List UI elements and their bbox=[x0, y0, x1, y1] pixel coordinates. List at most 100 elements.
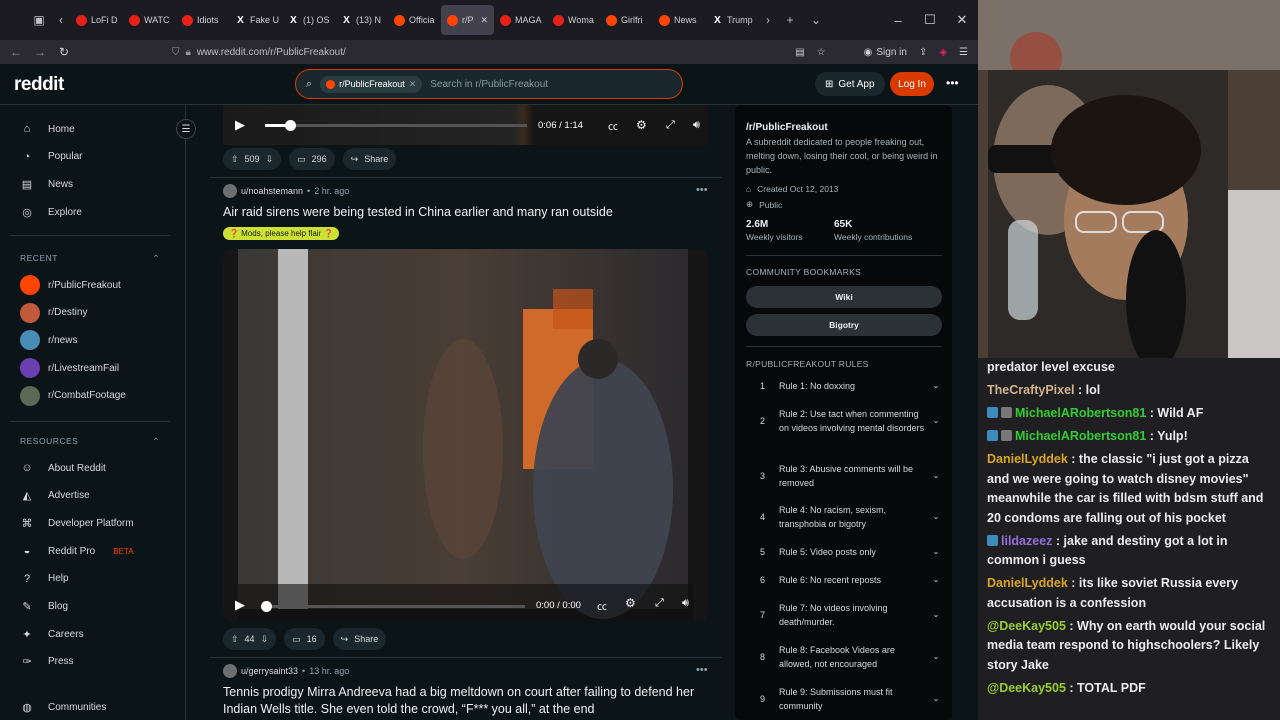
bookmark-star-icon[interactable]: ☆ bbox=[817, 47, 826, 58]
avatar[interactable] bbox=[223, 664, 237, 678]
post-author[interactable]: u/noahstemann bbox=[241, 186, 303, 196]
rule-item[interactable]: 6 Rule 6: No recent reposts ⌄ bbox=[746, 573, 942, 587]
video-scrubber-handle[interactable] bbox=[285, 120, 296, 131]
resource-item[interactable]: ◍ Communities bbox=[20, 694, 106, 720]
forward-icon[interactable]: → bbox=[28, 45, 52, 59]
video-scrubber-handle[interactable] bbox=[261, 601, 272, 612]
more-options-icon[interactable]: ••• bbox=[946, 76, 959, 90]
chevron-down-icon[interactable]: ⌄ bbox=[930, 379, 942, 393]
recent-item[interactable]: r/LivestreamFail bbox=[20, 355, 119, 381]
bookmark-wiki-button[interactable]: Wiki bbox=[746, 286, 942, 308]
fullscreen-icon[interactable]: ⤢ bbox=[666, 119, 675, 132]
fullscreen-icon[interactable]: ⤢ bbox=[655, 597, 664, 610]
remove-chip-icon[interactable]: ✕ bbox=[409, 79, 417, 90]
chat-username[interactable]: lildazeez bbox=[1001, 534, 1052, 548]
bookmark-bigotry-button[interactable]: Bigotry bbox=[746, 314, 942, 336]
tab-6[interactable]: X (13) N bbox=[335, 5, 388, 35]
chevron-down-icon[interactable]: ⌄ bbox=[930, 469, 942, 483]
login-button[interactable]: Log In bbox=[890, 72, 934, 96]
rule-item[interactable]: 7 Rule 7: No videos involving death/murde… bbox=[746, 601, 942, 629]
reddit-logo[interactable]: reddit bbox=[14, 74, 64, 96]
resource-item[interactable]: ◭ Advertise bbox=[20, 483, 90, 509]
resource-item[interactable]: ◒ Reddit Pro BETA bbox=[20, 538, 134, 564]
video-progress-track[interactable] bbox=[265, 120, 527, 131]
rule-item[interactable]: 2 Rule 2: Use tact when commenting on vid… bbox=[746, 407, 942, 435]
extensions-icon[interactable]: ⇪ bbox=[919, 47, 927, 58]
play-icon[interactable]: ▶ bbox=[235, 597, 245, 613]
menu-icon[interactable]: ☰ bbox=[959, 47, 968, 58]
tab-overview-icon[interactable]: ▣ bbox=[26, 13, 52, 27]
play-icon[interactable]: ▶ bbox=[235, 117, 245, 133]
settings-gear-icon[interactable]: ⚙ bbox=[636, 118, 647, 132]
get-app-button[interactable]: ⊞ Get App bbox=[815, 72, 885, 96]
rule-item[interactable]: 4 Rule 4: No racism, sexism, transphobia … bbox=[746, 503, 942, 531]
resource-item[interactable]: ☺ About Reddit bbox=[20, 455, 105, 481]
recent-section-header[interactable]: RECENT ⌃ bbox=[20, 253, 160, 264]
nav-item-popular[interactable]: ◔ Popular bbox=[20, 144, 83, 170]
video-player[interactable]: ▶ 0:00 / 0:00 ㏄ ⚙ ⤢ 🔊︎ bbox=[223, 249, 708, 621]
chat-username[interactable]: TheCraftyPixel bbox=[987, 383, 1075, 397]
nav-item-explore[interactable]: ◎ Explore bbox=[20, 199, 82, 225]
recent-item[interactable]: r/news bbox=[20, 327, 77, 353]
tab-8[interactable]: r/P ✕ bbox=[441, 5, 494, 35]
rule-item[interactable]: 5 Rule 5: Video posts only ⌄ bbox=[746, 545, 942, 559]
tab-2[interactable]: WATC bbox=[123, 5, 176, 35]
tab-1[interactable]: LoFi D bbox=[70, 5, 123, 35]
rule-item[interactable]: 9 Rule 9: Submissions must fit community ⌄ bbox=[746, 685, 942, 713]
post-title[interactable]: Air raid sirens were being tested in Chi… bbox=[223, 204, 703, 221]
reader-view-icon[interactable]: ▤ bbox=[795, 47, 804, 58]
chat-username[interactable]: MichaelARobertson81 bbox=[1015, 406, 1146, 420]
search-input[interactable]: Search in r/PublicFreakout bbox=[430, 79, 548, 90]
chevron-down-icon[interactable]: ⌄ bbox=[930, 414, 942, 428]
scroll-left-icon[interactable]: ‹ bbox=[52, 13, 70, 27]
reload-icon[interactable]: ↻ bbox=[52, 45, 76, 59]
tab-7[interactable]: Officia bbox=[388, 5, 441, 35]
close-window-icon[interactable]: ✕ bbox=[946, 12, 978, 28]
post-options-icon[interactable]: ••• bbox=[696, 184, 708, 196]
tab-12[interactable]: News bbox=[653, 5, 706, 35]
chat-username[interactable]: @DeeKay505 bbox=[987, 681, 1066, 695]
chevron-down-icon[interactable]: ⌄ bbox=[930, 692, 942, 706]
tab-3[interactable]: Idiots bbox=[176, 5, 229, 35]
comments-button[interactable]: ▭ 16 bbox=[284, 628, 325, 650]
video-progress-track[interactable] bbox=[261, 601, 525, 612]
resource-item[interactable]: ✑ Press bbox=[20, 649, 73, 675]
collapse-sidebar-button[interactable]: ☰ bbox=[176, 119, 196, 139]
tab-10[interactable]: Woma bbox=[547, 5, 600, 35]
minimize-icon[interactable]: – bbox=[882, 13, 914, 28]
nav-item-home[interactable]: ⌂ Home bbox=[20, 116, 75, 142]
share-button[interactable]: ↪ Share bbox=[332, 628, 387, 650]
share-button[interactable]: ↪ Share bbox=[342, 148, 397, 170]
chat-username[interactable]: DanielLyddek bbox=[987, 576, 1068, 590]
upvote-icon[interactable]: ⇧ bbox=[231, 154, 239, 165]
chevron-down-icon[interactable]: ⌄ bbox=[930, 545, 942, 559]
resources-section-header[interactable]: RESOURCES ⌃ bbox=[20, 436, 160, 447]
chevron-down-icon[interactable]: ⌄ bbox=[930, 573, 942, 587]
tab-9[interactable]: MAGA bbox=[494, 5, 547, 35]
chevron-down-icon[interactable]: ⌄ bbox=[930, 650, 942, 664]
downvote-icon[interactable]: ⇩ bbox=[261, 634, 269, 645]
recent-item[interactable]: r/PublicFreakout bbox=[20, 272, 121, 298]
volume-icon[interactable]: 🔊︎ bbox=[682, 597, 689, 610]
post-options-icon[interactable]: ••• bbox=[696, 664, 708, 676]
chat-username[interactable]: @DeeKay505 bbox=[987, 619, 1066, 633]
comments-button[interactable]: ▭ 296 bbox=[289, 148, 335, 170]
captions-icon[interactable]: ㏄ bbox=[597, 598, 607, 613]
signin-label[interactable]: Sign in bbox=[876, 47, 907, 58]
addon-icon[interactable]: ◈ bbox=[939, 47, 947, 58]
search-bar[interactable]: ⌕ r/PublicFreakout ✕ Search in r/PublicF… bbox=[295, 69, 683, 99]
recent-item[interactable]: r/Destiny bbox=[20, 300, 87, 326]
back-icon[interactable]: ← bbox=[4, 45, 28, 59]
avatar[interactable] bbox=[223, 184, 237, 198]
chevron-down-icon[interactable]: ⌄ bbox=[930, 510, 942, 524]
resource-item[interactable]: ? Help bbox=[20, 566, 69, 592]
rule-item[interactable]: 8 Rule 8: Facebook Videos are allowed, no… bbox=[746, 643, 942, 671]
scroll-right-icon[interactable]: › bbox=[759, 13, 777, 27]
resource-item[interactable]: ⌘ Developer Platform bbox=[20, 510, 134, 536]
resource-item[interactable]: ✦ Careers bbox=[20, 621, 83, 647]
rule-item[interactable]: 1 Rule 1: No doxxing ⌄ bbox=[746, 379, 942, 393]
tab-11[interactable]: Girlfri bbox=[600, 5, 653, 35]
nav-item-news[interactable]: ▤ News bbox=[20, 171, 73, 197]
chat-username[interactable]: MichaelARobertson81 bbox=[1015, 429, 1146, 443]
resource-item[interactable]: ✎ Blog bbox=[20, 594, 68, 620]
